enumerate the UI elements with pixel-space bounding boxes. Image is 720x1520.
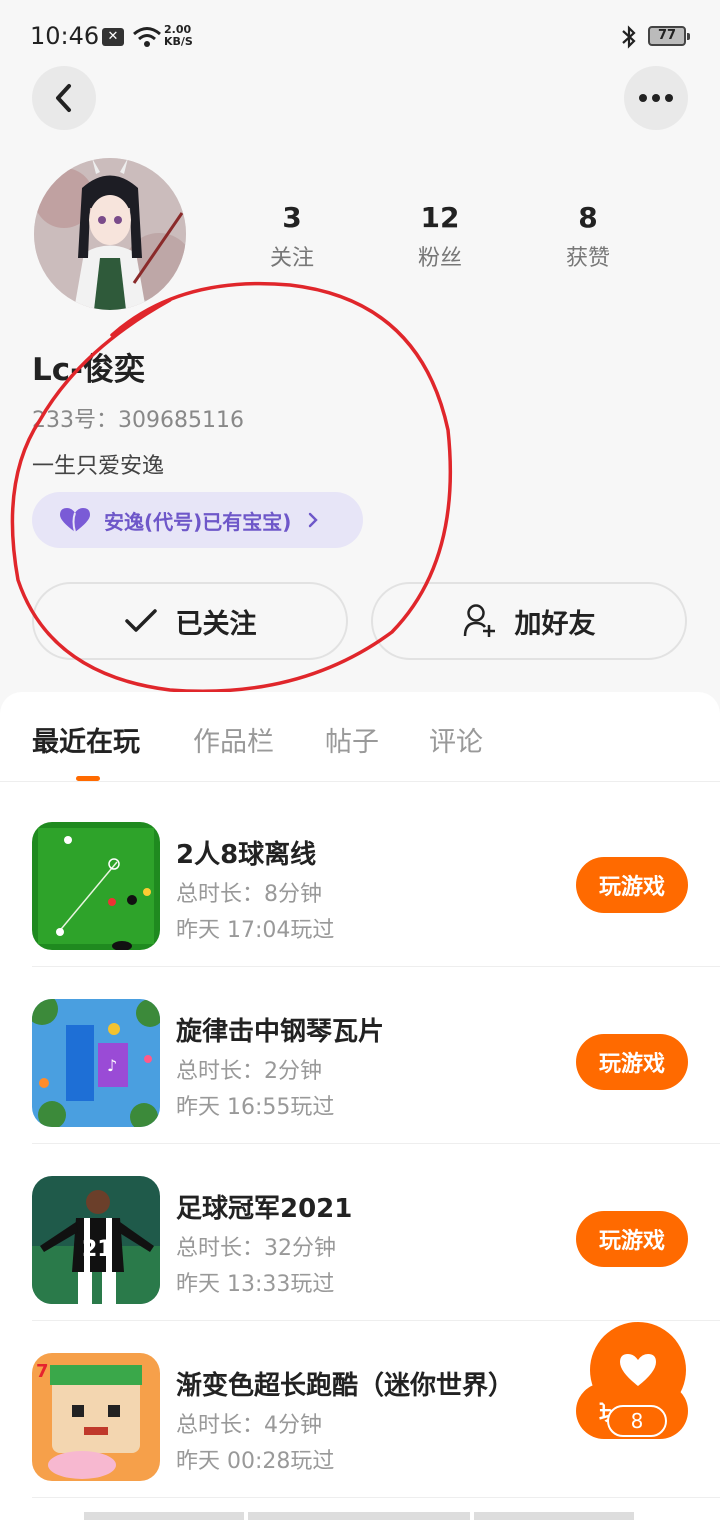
tab-posts[interactable]: 帖子 — [325, 720, 379, 759]
heart-icon — [620, 1354, 656, 1386]
game-last-played: 昨天 13:33玩过 — [176, 1272, 335, 1297]
game-icon-soccer[interactable]: 21 — [32, 1176, 160, 1304]
tab-recently-played[interactable]: 最近在玩 — [32, 720, 140, 759]
checkmark-icon — [124, 609, 157, 632]
bluetooth-icon — [620, 25, 638, 53]
stat-following[interactable]: 3 关注 — [232, 200, 352, 272]
badge-label: 安逸(代号)已有宝宝) — [104, 509, 292, 534]
svg-text:21: 21 — [82, 1237, 113, 1262]
game-title: 2人8球离线 — [176, 840, 317, 870]
game-row[interactable]: ♪ 旋律击中钢琴瓦片 总时长：2分钟 昨天 16:55玩过 玩游戏 — [32, 967, 720, 1144]
stat-likes-count: 8 — [578, 201, 598, 234]
game-row[interactable]: 2人8球离线 总时长：8分钟 昨天 17:04玩过 玩游戏 — [32, 790, 720, 967]
stat-following-label: 关注 — [269, 246, 314, 271]
battery-icon: 77 — [648, 26, 690, 46]
tab-indicator — [76, 776, 100, 781]
purple-heart-icon — [60, 508, 90, 533]
user-bio: 一生只爱安逸 — [32, 454, 165, 479]
svg-text:7: 7 — [36, 1361, 49, 1382]
game-icon-mini-world[interactable]: 7 — [32, 1353, 160, 1481]
play-game-button[interactable]: 玩游戏 — [576, 1034, 688, 1090]
game-icon-billiards[interactable] — [32, 822, 160, 950]
tab-works[interactable]: 作品栏 — [193, 720, 274, 759]
bottom-card-edge — [474, 1512, 634, 1520]
tab-comments[interactable]: 评论 — [429, 720, 483, 759]
network-speed-unit: KB/S — [164, 35, 193, 48]
close-notification-icon: ✕ — [102, 28, 124, 46]
stat-likes[interactable]: 8 获赞 — [528, 200, 648, 272]
game-last-played: 昨天 16:55玩过 — [176, 1095, 335, 1120]
game-title: 渐变色超长跑酷（迷你世界） — [176, 1371, 515, 1401]
stat-followers[interactable]: 12 粉丝 — [380, 200, 500, 272]
game-title: 足球冠军2021 — [176, 1194, 353, 1224]
stat-followers-count: 12 — [420, 201, 460, 234]
status-bar: 10:46 ✕ 2.00 KB/S 77 — [0, 0, 720, 72]
network-speed: 2.00 KB/S — [164, 24, 193, 48]
svg-text:♪: ♪ — [107, 1056, 117, 1075]
relationship-badge[interactable]: 安逸(代号)已有宝宝) — [32, 492, 363, 548]
like-count: 8 — [607, 1405, 667, 1437]
game-icon-piano[interactable]: ♪ — [32, 999, 160, 1127]
play-game-button[interactable]: 玩游戏 — [576, 1211, 688, 1267]
user-id: 233号：309685116 — [32, 408, 244, 433]
user-name: Lc-俊奕 — [32, 352, 145, 388]
play-game-button[interactable]: 玩游戏 — [576, 857, 688, 913]
tab-bar: 最近在玩 作品栏 帖子 评论 — [0, 692, 720, 782]
avatar[interactable] — [34, 158, 186, 310]
add-friend-button[interactable]: 加好友 — [371, 582, 687, 660]
game-duration: 总时长：4分钟 — [176, 1413, 322, 1438]
followed-button[interactable]: 已关注 — [32, 582, 348, 660]
game-last-played: 昨天 00:28玩过 — [176, 1449, 335, 1474]
add-friend-button-label: 加好友 — [514, 608, 596, 640]
more-button[interactable] — [624, 66, 688, 130]
more-dots-icon — [637, 94, 676, 102]
chevron-right-icon — [309, 512, 319, 528]
game-row[interactable]: 21 足球冠军2021 总时长：32分钟 昨天 13:33玩过 玩游戏 — [32, 1144, 720, 1321]
game-duration: 总时长：2分钟 — [176, 1059, 322, 1084]
add-person-icon — [463, 604, 495, 637]
stat-likes-label: 获赞 — [565, 246, 610, 271]
like-button[interactable] — [590, 1322, 686, 1418]
chevron-left-icon — [56, 84, 71, 112]
stat-followers-label: 粉丝 — [417, 246, 462, 271]
bottom-card-edge — [84, 1512, 244, 1520]
status-time: 10:46 — [30, 22, 100, 50]
back-button[interactable] — [32, 66, 96, 130]
bottom-card-edge — [248, 1512, 470, 1520]
game-title: 旋律击中钢琴瓦片 — [176, 1017, 385, 1047]
game-duration: 总时长：8分钟 — [176, 882, 322, 907]
stat-following-count: 3 — [282, 201, 302, 234]
followed-button-label: 已关注 — [175, 608, 257, 640]
game-last-played: 昨天 17:04玩过 — [176, 918, 335, 943]
wifi-icon — [132, 26, 162, 52]
game-duration: 总时长：32分钟 — [176, 1236, 336, 1261]
